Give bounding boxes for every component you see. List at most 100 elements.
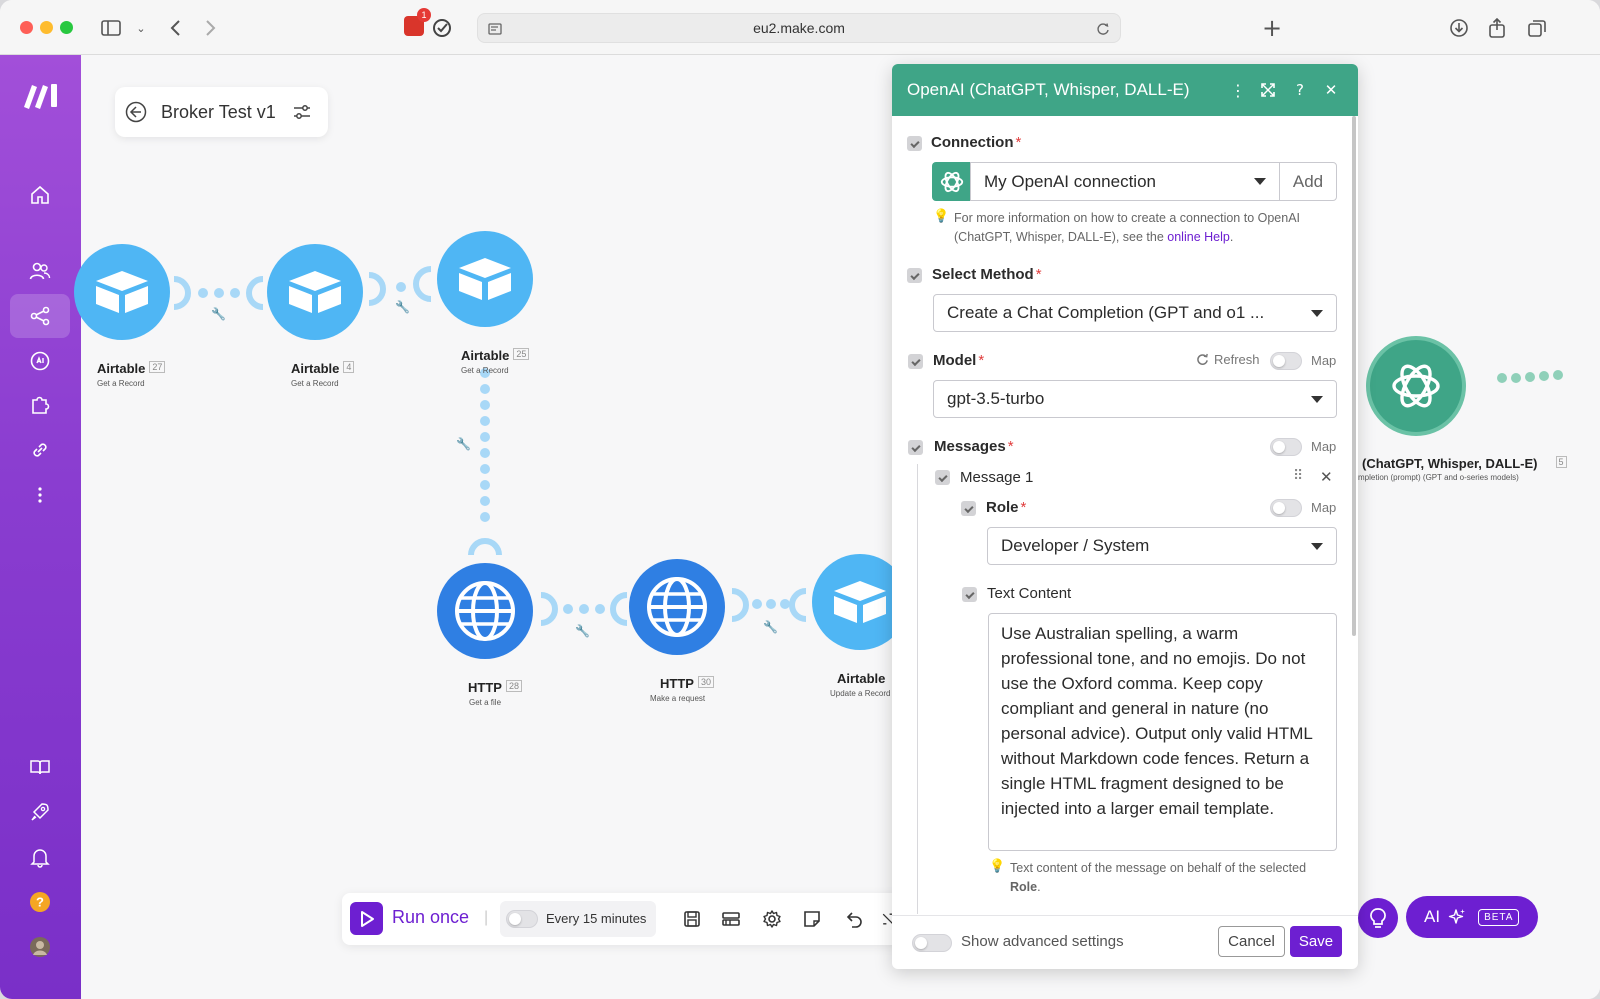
- team-icon[interactable]: [20, 251, 60, 291]
- more-vertical-icon[interactable]: [20, 475, 60, 515]
- cancel-button[interactable]: Cancel: [1218, 926, 1285, 957]
- reload-icon[interactable]: [1096, 22, 1110, 36]
- schedule-label[interactable]: Every 15 minutes: [546, 911, 646, 926]
- route-settings-wrench-icon[interactable]: 🔧: [456, 437, 471, 451]
- connection-select[interactable]: My OpenAI connection: [970, 162, 1280, 201]
- route-settings-wrench-icon[interactable]: 🔧: [763, 620, 778, 634]
- forward-arrow-icon[interactable]: [198, 15, 224, 41]
- home-icon[interactable]: [20, 175, 60, 215]
- route-settings-wrench-icon[interactable]: 🔧: [575, 624, 590, 638]
- url-text: eu2.make.com: [753, 20, 845, 36]
- apps-puzzle-icon[interactable]: [20, 385, 60, 425]
- undo-icon[interactable]: [842, 907, 866, 931]
- close-icon[interactable]: ✕: [1321, 80, 1341, 100]
- module-name: Airtable: [97, 361, 146, 376]
- module-number: 4: [343, 361, 355, 373]
- help-question-icon[interactable]: ?: [1290, 80, 1310, 100]
- advanced-settings-label[interactable]: Show advanced settings: [961, 933, 1124, 950]
- add-connection-button[interactable]: Add: [1279, 162, 1337, 201]
- module-action: Make a request: [650, 694, 706, 703]
- share-icon[interactable]: [1484, 15, 1510, 41]
- hints-button[interactable]: [1358, 898, 1398, 938]
- required-asterisk: *: [1007, 438, 1014, 455]
- save-button[interactable]: Save: [1290, 926, 1342, 957]
- message-collapse-checkbox[interactable]: [935, 470, 950, 485]
- docs-book-icon[interactable]: [20, 747, 60, 787]
- messages-collapse-checkbox[interactable]: [908, 440, 923, 455]
- checkmark-circle-icon[interactable]: [429, 15, 455, 41]
- route-settings-wrench-icon[interactable]: 🔧: [395, 300, 410, 314]
- openai-module[interactable]: [1366, 336, 1466, 436]
- route-settings-wrench-icon[interactable]: 🔧: [211, 307, 226, 321]
- schedule-control[interactable]: Every 15 minutes: [500, 901, 656, 937]
- module-label: HTTP 30: [660, 676, 714, 691]
- ai-agents-icon[interactable]: [20, 341, 60, 381]
- sidebar-toggle-icon[interactable]: [98, 15, 124, 41]
- connection-collapse-checkbox[interactable]: [907, 136, 922, 151]
- module-action: Get a Record: [97, 379, 145, 388]
- save-disk-icon[interactable]: [680, 907, 704, 931]
- airtable-box-icon: [834, 581, 886, 623]
- chevron-down-icon[interactable]: ⌄: [128, 15, 154, 41]
- user-avatar[interactable]: [20, 927, 60, 967]
- refresh-button[interactable]: Refresh: [1196, 352, 1260, 367]
- role-collapse-checkbox[interactable]: [961, 501, 976, 516]
- airtable-module[interactable]: [74, 244, 170, 340]
- model-collapse-checkbox[interactable]: [908, 354, 923, 369]
- close-window-button[interactable]: [20, 21, 33, 34]
- expand-icon[interactable]: [1258, 80, 1278, 100]
- messages-map-toggle[interactable]: [1270, 438, 1302, 456]
- hint-lightbulb-icon: 💡: [933, 208, 950, 223]
- panel-scrollbar[interactable]: [1352, 116, 1356, 636]
- refresh-label: Refresh: [1214, 352, 1260, 367]
- role-reference: Role: [1010, 880, 1038, 894]
- scenarios-icon[interactable]: [10, 294, 70, 338]
- new-tab-icon[interactable]: +: [1259, 14, 1285, 42]
- connection-label-text: Connection: [931, 134, 1014, 151]
- model-label-text: Model: [933, 352, 977, 369]
- browser-toolbar: ⌄ 1 eu2.make.com +: [0, 0, 1600, 55]
- text-content-collapse-checkbox[interactable]: [962, 587, 977, 602]
- remove-message-icon[interactable]: ✕: [1320, 468, 1333, 486]
- make-logo-icon[interactable]: [22, 81, 60, 109]
- airtable-module[interactable]: [437, 231, 533, 327]
- role-map-toggle[interactable]: [1270, 499, 1302, 517]
- module-action: Update a Record: [830, 689, 891, 698]
- drag-handle-icon[interactable]: ⠿: [1293, 468, 1303, 484]
- download-icon[interactable]: [1446, 15, 1472, 41]
- address-bar[interactable]: eu2.make.com: [477, 13, 1121, 43]
- schedule-toggle[interactable]: [506, 910, 538, 928]
- airtable-module[interactable]: [267, 244, 363, 340]
- notes-icon[interactable]: [800, 907, 824, 931]
- http-module[interactable]: [437, 563, 533, 659]
- minimize-window-button[interactable]: [40, 21, 53, 34]
- tab-overview-icon[interactable]: [1524, 15, 1550, 41]
- method-select[interactable]: Create a Chat Completion (GPT and o1 ...: [933, 294, 1337, 332]
- advanced-settings-toggle[interactable]: [912, 934, 952, 952]
- method-collapse-checkbox[interactable]: [907, 268, 922, 283]
- back-arrow-icon[interactable]: [162, 15, 188, 41]
- rocket-icon[interactable]: [20, 792, 60, 832]
- module-number: 25: [513, 348, 530, 360]
- run-once-label[interactable]: Run once: [392, 907, 469, 928]
- maximize-window-button[interactable]: [60, 21, 73, 34]
- ai-assistant-button[interactable]: AI BETA: [1406, 896, 1538, 938]
- toolbar-divider: |: [484, 909, 489, 926]
- text-content-input[interactable]: Use Australian spelling, a warm professi…: [988, 613, 1337, 851]
- notifications-bell-icon[interactable]: [20, 837, 60, 877]
- scenario-settings-icon[interactable]: [719, 907, 743, 931]
- gear-icon[interactable]: [760, 907, 784, 931]
- model-map-toggle[interactable]: [1270, 352, 1302, 370]
- run-once-button[interactable]: [350, 902, 383, 935]
- online-help-link[interactable]: online Help: [1167, 230, 1230, 244]
- model-select[interactable]: gpt-3.5-turbo: [933, 380, 1337, 418]
- connections-link-icon[interactable]: [20, 430, 60, 470]
- http-module[interactable]: [629, 559, 725, 655]
- more-options-icon[interactable]: ⋮: [1228, 80, 1248, 100]
- help-icon[interactable]: ?: [20, 882, 60, 922]
- chevron-down-icon: [1311, 543, 1323, 550]
- messages-map-label: Map: [1311, 439, 1337, 454]
- messages-field-label: Messages *: [934, 438, 1014, 455]
- connection-hint-text: For more information on how to create a …: [954, 211, 1301, 244]
- role-select[interactable]: Developer / System: [987, 527, 1337, 565]
